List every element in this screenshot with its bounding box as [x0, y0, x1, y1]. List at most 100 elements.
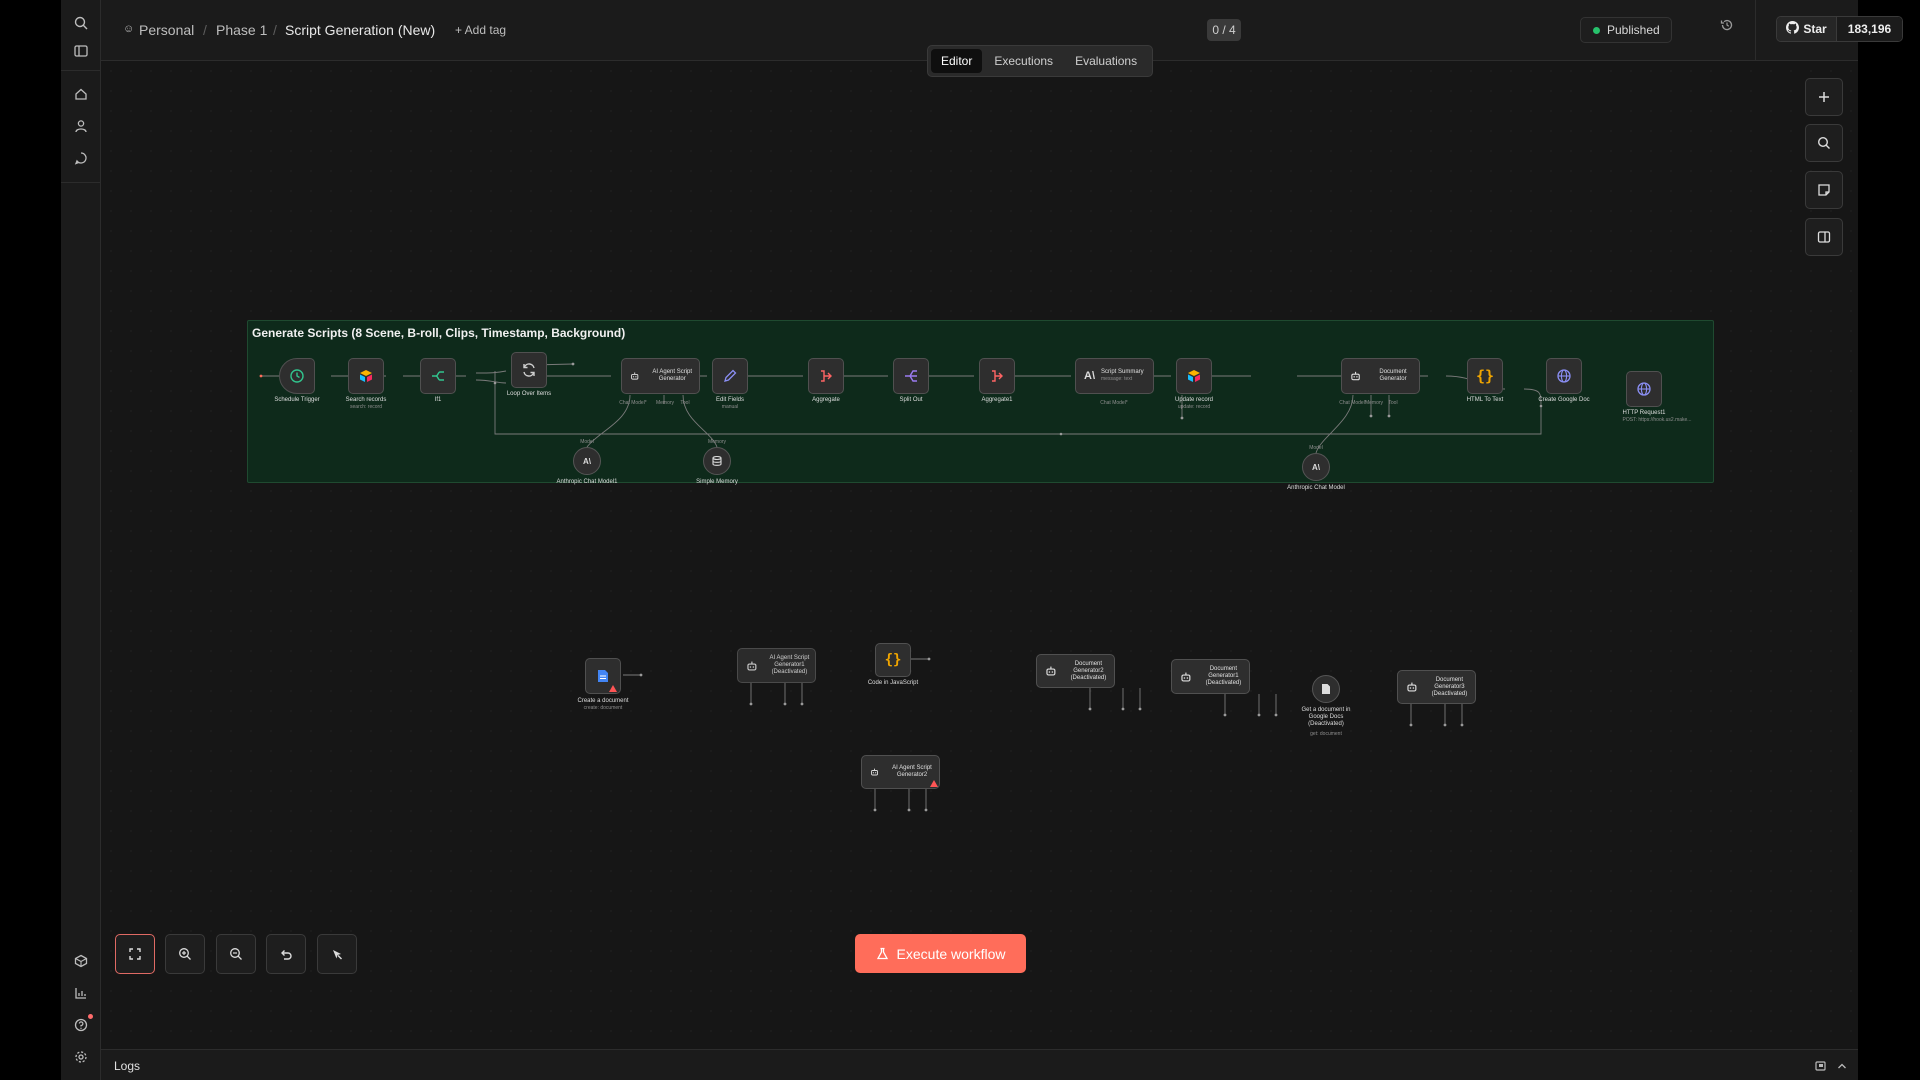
sidebar-divider	[61, 70, 101, 71]
node-subtitle: update: record	[1177, 404, 1211, 410]
history-icon[interactable]	[1720, 18, 1734, 35]
tab-evaluations[interactable]: Evaluations	[1065, 49, 1147, 73]
robot-icon	[1351, 371, 1360, 381]
split-icon	[905, 370, 917, 382]
undo-button[interactable]	[266, 934, 306, 974]
sub-node-tag: Memory	[707, 439, 727, 445]
node-code-in-javascript[interactable]: {}	[875, 643, 911, 677]
insights-icon[interactable]	[69, 981, 93, 1005]
tab-executions[interactable]: Executions	[984, 49, 1063, 73]
document-icon	[1322, 684, 1330, 694]
zoom-out-button[interactable]	[216, 934, 256, 974]
sub-node-tag: Model	[580, 439, 594, 445]
add-tag-button[interactable]: + Add tag	[455, 23, 506, 37]
user-icon: ☺	[123, 23, 135, 35]
chevron-up-icon[interactable]	[1836, 1059, 1848, 1077]
node-ai-agent-script-generator[interactable]: AI Agent Script Generator	[621, 358, 700, 394]
node-document-generator2[interactable]: Document Generator2 (Deactivated)	[1036, 654, 1115, 688]
sidebar-toggle-icon[interactable]	[69, 39, 93, 63]
node-html-to-text[interactable]: {}	[1467, 358, 1503, 394]
node-if1[interactable]	[420, 358, 456, 394]
search-nodes-button[interactable]	[1805, 124, 1843, 162]
node-aggregate[interactable]	[808, 358, 844, 394]
sidebar	[61, 0, 101, 1080]
node-edit-fields[interactable]	[712, 358, 748, 394]
node-document-generator1[interactable]: Document Generator1 (Deactivated)	[1171, 659, 1250, 694]
screen-margin-right	[1858, 0, 1920, 1080]
node-document-generator3[interactable]: Document Generator3 (Deactivated)	[1397, 670, 1476, 704]
fit-view-button[interactable]	[115, 934, 155, 974]
popout-icon[interactable]	[1815, 1059, 1827, 1077]
execute-workflow-label: Execute workflow	[896, 945, 1006, 962]
node-search-records[interactable]	[348, 358, 384, 394]
node-subtitle: message: text	[1101, 376, 1133, 382]
port-label: Chat Model*	[619, 400, 647, 406]
node-document-generator[interactable]: Document Generator	[1341, 358, 1420, 394]
templates-icon[interactable]	[69, 949, 93, 973]
github-star-button[interactable]: Star	[1777, 17, 1837, 41]
logs-panel[interactable]: Logs	[101, 1049, 1858, 1080]
toggle-panel-button[interactable]	[1805, 218, 1843, 256]
globe-icon	[1557, 369, 1571, 383]
node-label: Anthropic Chat Model	[1287, 485, 1345, 491]
execute-workflow-button[interactable]: Execute workflow	[855, 934, 1026, 973]
node-label: AI Agent Script Generator1 (Deactivated)	[769, 655, 810, 675]
workflow-name[interactable]: Script Generation (New)	[285, 22, 435, 38]
port-label: Tool	[1388, 400, 1398, 406]
node-loop-over-items[interactable]	[511, 352, 547, 388]
port-label: Memory	[655, 400, 675, 406]
port-label: Chat Model*	[1100, 400, 1128, 406]
globe-icon	[1637, 382, 1651, 396]
node-update-record[interactable]	[1176, 358, 1212, 394]
node-label: Document Generator1 (Deactivated)	[1205, 666, 1242, 686]
node-ai-agent-script-generator2[interactable]: AI Agent Script Generator2	[861, 755, 940, 789]
sticky-note-button[interactable]	[1805, 171, 1843, 209]
github-star-label: Star	[1803, 22, 1827, 36]
node-label: Search records	[345, 397, 387, 403]
node-label: Get a document in Google Docs (Deactivat…	[1301, 707, 1351, 727]
node-label: Aggregate1	[981, 397, 1013, 403]
robot-icon	[747, 661, 757, 671]
node-label: AI Agent Script Generator2	[892, 765, 932, 778]
node-text: Script Summary message: text	[1101, 369, 1144, 383]
undo-icon	[281, 950, 292, 960]
settings-icon[interactable]	[69, 1045, 93, 1069]
node-script-summary[interactable]: A\ Script Summary message: text	[1075, 358, 1154, 394]
home-icon[interactable]	[69, 82, 93, 106]
zoom-in-button[interactable]	[165, 934, 205, 974]
node-create-google-doc[interactable]	[1546, 358, 1582, 394]
user-icon[interactable]	[69, 114, 93, 138]
anthropic-icon: A\	[583, 456, 591, 466]
node-http-request1[interactable]	[1626, 371, 1662, 407]
chat-icon[interactable]	[69, 146, 93, 170]
github-star-widget[interactable]: Star 183,196	[1776, 16, 1903, 42]
breadcrumb-project[interactable]: Phase 1	[216, 22, 267, 38]
node-label: Aggregate	[812, 397, 840, 403]
node-label: Split Out	[899, 397, 923, 403]
node-label: Script Summary	[1101, 369, 1144, 375]
tab-editor[interactable]: Editor	[931, 49, 983, 73]
node-anthropic-chat-model1[interactable]: A\	[573, 447, 601, 475]
node-aggregate1[interactable]	[979, 358, 1015, 394]
note-icon	[1818, 184, 1830, 196]
search-icon[interactable]	[69, 11, 93, 35]
flask-icon	[876, 947, 888, 960]
tidy-up-button[interactable]	[317, 934, 357, 974]
node-ai-agent-script-generator1[interactable]: AI Agent Script Generator1 (Deactivated)	[737, 648, 816, 683]
node-label: Create a document	[577, 698, 629, 704]
breadcrumb-owner[interactable]: Personal	[139, 22, 194, 38]
header-divider	[1755, 0, 1756, 60]
search-icon	[1817, 136, 1830, 149]
published-status[interactable]: Published	[1580, 17, 1672, 43]
node-schedule-trigger[interactable]	[279, 358, 315, 394]
version-counter: 0 / 4	[1207, 19, 1241, 41]
node-get-a-document-in-google-docs[interactable]	[1312, 675, 1340, 703]
node-simple-memory[interactable]	[703, 447, 731, 475]
workflow-canvas[interactable]: Generate Scripts (8 Scene, B-roll, Clips…	[101, 61, 1858, 1049]
clock-icon	[290, 369, 304, 383]
add-node-button[interactable]	[1805, 78, 1843, 116]
node-label: HTML To Text	[1466, 397, 1504, 403]
node-subtitle: create: document	[583, 705, 623, 711]
node-anthropic-chat-model[interactable]: A\	[1302, 453, 1330, 481]
node-split-out[interactable]	[893, 358, 929, 394]
